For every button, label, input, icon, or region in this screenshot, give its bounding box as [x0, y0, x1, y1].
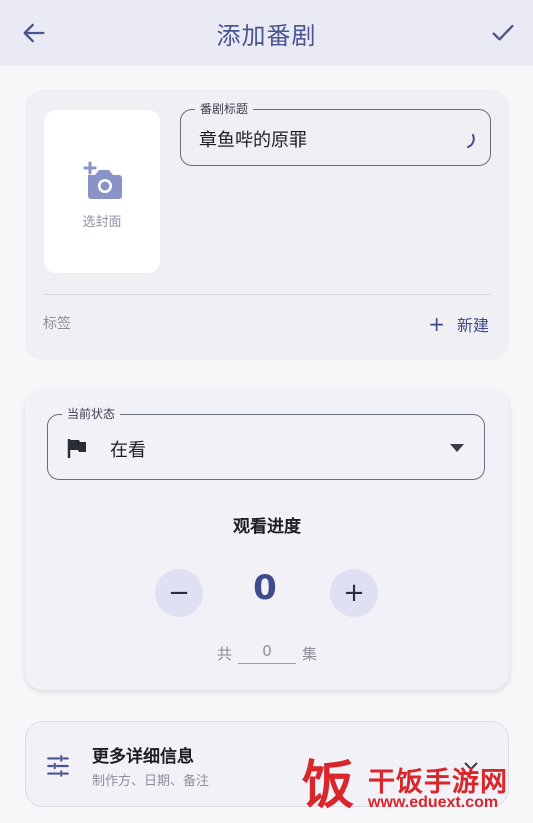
tags-label: 标签	[43, 316, 71, 332]
flag-icon	[67, 439, 86, 458]
basic-info-card: 选封面 番剧标题 章鱼哔的原罪 标签 + 新建	[25, 90, 509, 360]
tune-icon	[47, 755, 69, 777]
arrow-back-icon[interactable]	[20, 19, 48, 47]
add-photo-icon	[83, 161, 122, 199]
status-card: 当前状态 在看 观看进度 − 0 + 共 0 集	[25, 390, 509, 690]
more-details-title: 更多详细信息	[92, 747, 194, 767]
title-field-label: 番剧标题	[195, 101, 254, 117]
total-suffix: 集	[302, 644, 318, 663]
cover-label: 选封面	[82, 215, 122, 230]
app-bar: 添加番剧	[0, 0, 533, 66]
title-field-value[interactable]: 章鱼哔的原罪	[199, 126, 307, 152]
total-episodes-input[interactable]: 0	[238, 642, 296, 664]
divider	[43, 294, 491, 295]
cover-picker[interactable]: 选封面	[44, 110, 160, 273]
check-icon[interactable]	[489, 19, 517, 47]
progress-value: 0	[253, 568, 277, 608]
new-tag-label: 新建	[456, 316, 489, 335]
status-select[interactable]: 当前状态 在看	[47, 406, 485, 480]
decrement-button[interactable]: −	[155, 569, 203, 617]
status-value: 在看	[110, 440, 146, 461]
page-title: 添加番剧	[216, 21, 317, 50]
title-field[interactable]: 番剧标题 章鱼哔的原罪	[180, 101, 491, 166]
more-details-card[interactable]: 更多详细信息 制作方、日期、备注	[25, 721, 509, 807]
total-prefix: 共	[216, 644, 232, 663]
progress-title: 观看进度	[233, 517, 301, 537]
more-details-subtitle: 制作方、日期、备注	[92, 774, 210, 789]
increment-button[interactable]: +	[330, 569, 378, 617]
plus-icon: +	[428, 312, 445, 336]
status-field-label: 当前状态	[62, 406, 121, 422]
new-tag-button[interactable]: + 新建	[428, 312, 489, 336]
text-cursor-icon	[467, 134, 475, 148]
dropdown-arrow-icon	[450, 444, 464, 452]
total-episodes-row: 共 0 集	[25, 642, 509, 664]
expand-icon	[464, 762, 478, 770]
